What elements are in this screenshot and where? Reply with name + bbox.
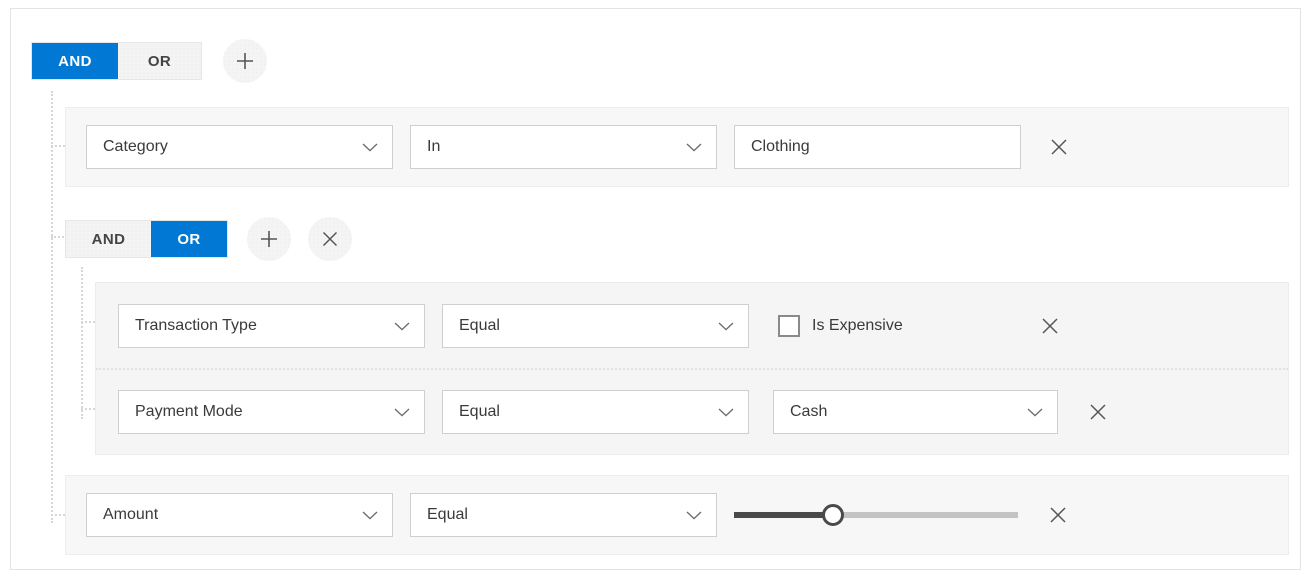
slider-fill [734, 512, 834, 518]
nested-conjunction-toggle[interactable]: AND OR [65, 220, 228, 258]
nested-group-header: AND OR [65, 217, 352, 261]
delete-rule-button-payment-mode[interactable] [1079, 393, 1117, 431]
operator-value-label: Equal [459, 403, 500, 420]
nested-remove-group-button[interactable] [308, 217, 352, 261]
rule-row-transaction-type: Transaction Type Equal Is Expensive [96, 283, 1288, 368]
value-checkbox-transaction-type: Is Expensive [778, 314, 903, 337]
chevron-down-icon [394, 408, 410, 417]
is-expensive-label: Is Expensive [812, 316, 903, 334]
chevron-down-icon [686, 511, 702, 520]
chevron-down-icon [394, 322, 410, 330]
close-icon [1051, 139, 1067, 155]
operator-value-label: Equal [427, 506, 468, 523]
delete-rule-button-amount[interactable] [1039, 496, 1077, 534]
root-connector-to-rule-4 [51, 514, 65, 516]
operator-value-label: In [427, 138, 441, 155]
nested-connector-to-rule-1 [81, 321, 95, 323]
nested-group-body: Transaction Type Equal Is Expensive Paym… [95, 282, 1289, 455]
field-dropdown-amount[interactable]: Amount [86, 493, 393, 537]
chevron-down-icon [718, 408, 734, 417]
nested-connector-to-rule-2 [81, 408, 95, 410]
nested-or-button[interactable]: OR [151, 221, 227, 257]
operator-dropdown-payment-mode[interactable]: Equal [442, 390, 749, 434]
field-dropdown-category[interactable]: Category [86, 125, 393, 169]
field-dropdown-transaction-type[interactable]: Transaction Type [118, 303, 425, 348]
is-expensive-checkbox[interactable] [778, 314, 800, 337]
operator-dropdown-amount[interactable]: Equal [410, 493, 717, 537]
chevron-down-icon [686, 143, 702, 152]
value-dropdown-payment-mode[interactable]: Cash [773, 390, 1058, 434]
nested-add-rule-button[interactable] [247, 217, 291, 261]
root-tree-vertical-connector [51, 91, 53, 523]
field-dropdown-payment-mode[interactable]: Payment Mode [118, 390, 425, 434]
rule-row-category: Category In Clothing [65, 107, 1289, 187]
plus-icon [261, 231, 277, 247]
close-icon [1042, 317, 1058, 334]
value-text: Clothing [751, 138, 810, 155]
close-icon [1090, 404, 1106, 420]
field-value-label: Amount [103, 506, 159, 523]
field-value-label: Category [103, 138, 168, 155]
operator-dropdown-category[interactable]: In [410, 125, 717, 169]
root-connector-to-rule-1 [51, 145, 65, 147]
slider-thumb[interactable] [822, 504, 845, 526]
root-or-button[interactable]: OR [118, 43, 201, 79]
root-add-rule-button[interactable] [223, 39, 267, 83]
root-and-button[interactable]: AND [32, 43, 118, 79]
value-slider-amount[interactable] [734, 503, 1018, 527]
rule-row-payment-mode: Payment Mode Equal Cash [96, 370, 1288, 454]
delete-rule-button-transaction-type[interactable] [1031, 307, 1069, 345]
operator-value-label: Equal [459, 316, 500, 334]
root-group-header: AND OR [31, 39, 267, 83]
delete-rule-button-category[interactable] [1040, 128, 1078, 166]
field-value-label: Transaction Type [135, 316, 257, 334]
chevron-down-icon [1027, 408, 1043, 417]
plus-icon [237, 53, 253, 69]
nested-tree-vertical-connector [81, 267, 83, 419]
close-icon [322, 231, 338, 247]
close-icon [1050, 507, 1066, 523]
root-conjunction-toggle[interactable]: AND OR [31, 42, 202, 80]
value-text: Cash [790, 403, 828, 420]
nested-and-button[interactable]: AND [66, 221, 151, 257]
chevron-down-icon [362, 143, 378, 152]
operator-dropdown-transaction-type[interactable]: Equal [442, 303, 749, 348]
query-builder-panel: AND OR Category In Clothing AND OR Trans… [10, 8, 1301, 570]
rule-row-amount: Amount Equal [65, 475, 1289, 555]
chevron-down-icon [362, 511, 378, 520]
chevron-down-icon [718, 322, 734, 330]
value-input-category[interactable]: Clothing [734, 125, 1021, 169]
field-value-label: Payment Mode [135, 403, 243, 420]
